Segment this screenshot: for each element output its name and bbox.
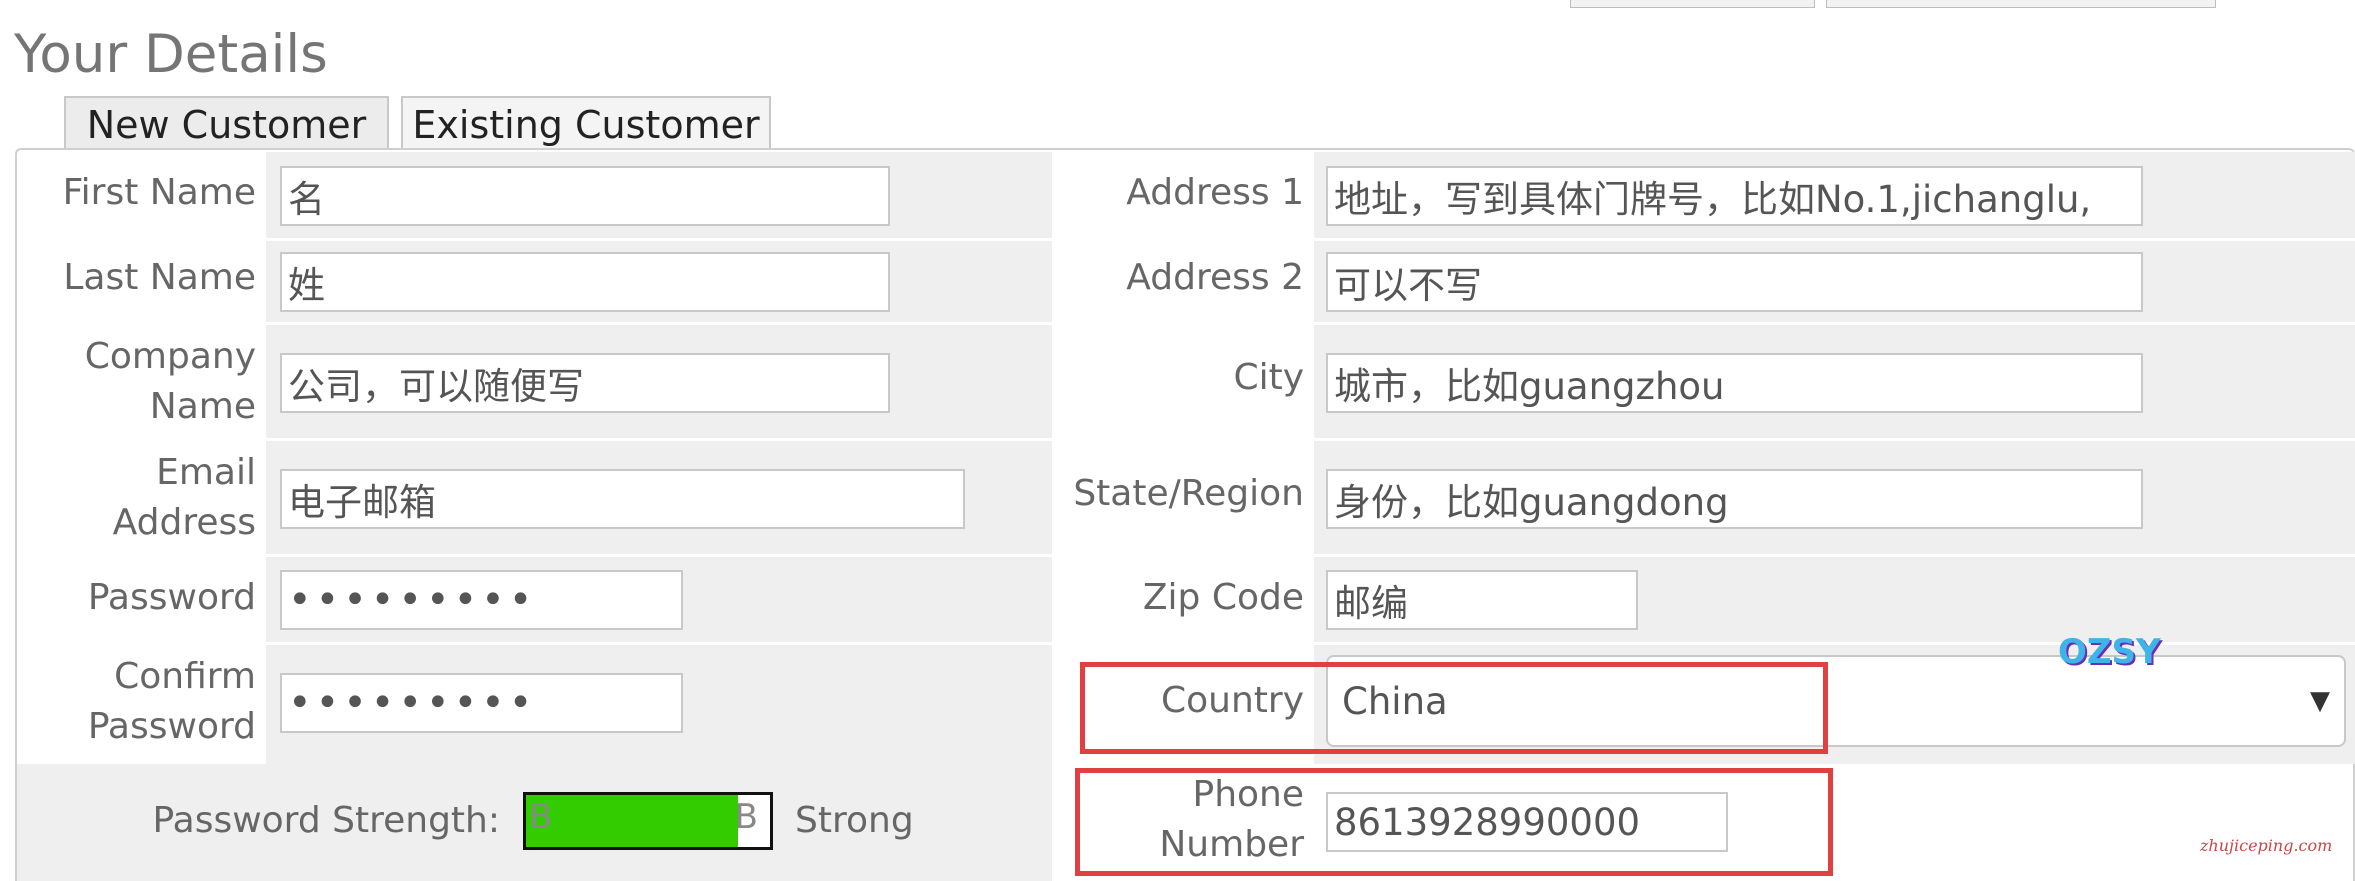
state-region-field[interactable]: 身份，比如guangdong [1326, 469, 2143, 529]
tab-new-customer[interactable]: New Customer [64, 96, 389, 151]
meter-char-left: B [529, 797, 553, 837]
last-name-field[interactable]: 姓 [280, 252, 890, 312]
strength-meter-fill [526, 795, 739, 847]
state-region-label: State/Region [1073, 473, 1304, 514]
zip-code-label: Zip Code [1142, 577, 1304, 618]
city-field[interactable]: 城市，比如guangzhou [1326, 353, 2143, 413]
label-line: Password [87, 706, 256, 748]
zip-code-field[interactable]: 邮编 [1326, 570, 1638, 630]
top-button-2[interactable] [1826, 0, 2216, 8]
site-watermark: zhujiceping.com [2200, 836, 2333, 855]
country-highlight-box [1080, 662, 1828, 754]
row-divider [17, 238, 2355, 241]
confirm-password-label: Confirm Password [20, 652, 256, 753]
company-name-field[interactable]: 公司，可以随便写 [280, 353, 890, 413]
address1-label: Address 1 [1126, 172, 1304, 213]
chevron-down-icon: ▼ [2310, 686, 2330, 716]
label-line: Name [149, 386, 256, 428]
password-label: Password [87, 577, 256, 618]
password-strength-meter: B B [523, 792, 773, 850]
first-name-label: First Name [62, 172, 256, 213]
password-strength-text: Strong [795, 800, 914, 841]
address1-field[interactable]: 地址，写到具体门牌号，比如No.1,jichanglu, [1326, 166, 2143, 226]
city-label: City [1233, 357, 1304, 398]
confirm-password-field[interactable]: ••••••••• [280, 673, 683, 733]
label-line: Address [112, 502, 256, 544]
tab-label: New Customer [86, 102, 367, 147]
row-divider [17, 438, 2355, 441]
row-divider [17, 322, 2355, 325]
tab-label: Existing Customer [412, 102, 760, 147]
meter-char-right: B [734, 797, 758, 837]
address2-field[interactable]: 可以不写 [1326, 252, 2143, 312]
password-strength-label: Password Strength: [152, 800, 500, 841]
password-field[interactable]: ••••••••• [280, 570, 683, 630]
label-line: Confirm [114, 656, 256, 697]
address2-label: Address 2 [1126, 257, 1304, 298]
first-name-field[interactable]: 名 [280, 166, 890, 226]
tab-existing-customer[interactable]: Existing Customer [401, 96, 771, 151]
email-address-label: Email Address [20, 448, 256, 549]
last-name-label: Last Name [63, 257, 256, 298]
page-title: Your Details [14, 24, 328, 85]
ozsy-logo: OZSY [2058, 632, 2161, 672]
label-line: Company [84, 336, 256, 377]
email-address-field[interactable]: 电子邮箱 [280, 469, 965, 529]
label-line: Email [156, 452, 256, 493]
company-name-label: Company Name [20, 332, 256, 433]
top-button-1[interactable] [1570, 0, 1815, 8]
row-divider [17, 554, 2355, 557]
row-divider [17, 642, 2355, 645]
phone-highlight-box [1075, 768, 1833, 876]
